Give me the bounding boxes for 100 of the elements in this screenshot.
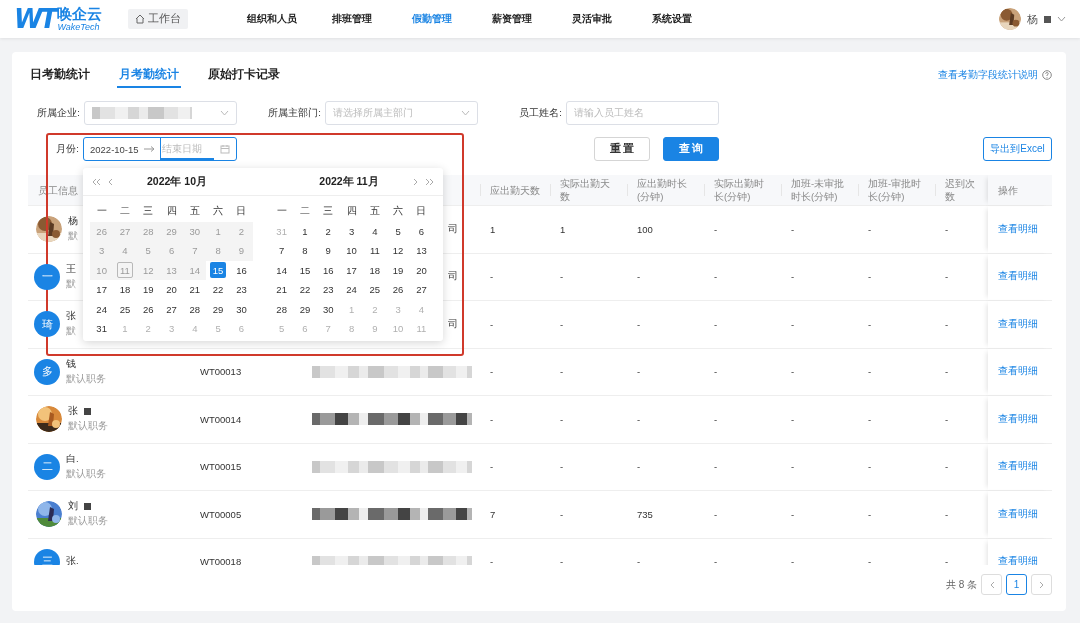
field-label: 所属企业: <box>36 106 80 120</box>
calendar-day[interactable]: 9 <box>320 242 337 259</box>
search-button[interactable]: 查 询 <box>663 137 719 161</box>
calendar-day[interactable]: 17 <box>343 262 360 279</box>
calendar-day[interactable]: 13 <box>413 242 430 259</box>
calendar-day[interactable]: 21 <box>273 281 290 298</box>
calendar-day[interactable]: 11 <box>366 242 383 259</box>
calendar-day[interactable]: 1 <box>296 223 313 240</box>
table-cell: - <box>490 461 494 473</box>
calendar-day[interactable]: 28 <box>273 301 290 318</box>
weekday-label: 日 <box>236 205 247 219</box>
table-cell: - <box>637 271 641 283</box>
calendar-day[interactable]: 20 <box>413 262 430 279</box>
column-header: 加班-未审批时长(分钟) <box>791 177 846 203</box>
calendar-day[interactable]: 22 <box>296 281 313 298</box>
calendar-day[interactable]: 4 <box>366 223 383 240</box>
company-select[interactable] <box>84 101 237 125</box>
table-cell: - <box>868 366 872 378</box>
employee-role: 默认职务 <box>68 515 108 529</box>
calendar-day[interactable]: 29 <box>296 301 313 318</box>
table-cell: - <box>637 461 641 473</box>
double-chevron-left-icon[interactable] <box>91 177 101 186</box>
calendar-day[interactable]: 18 <box>116 281 133 298</box>
reset-button[interactable]: 重 置 <box>594 137 650 161</box>
detail-link[interactable]: 查看明细 <box>998 412 1038 426</box>
calendar-day[interactable]: 23 <box>320 281 337 298</box>
tab[interactable]: 月考勤统计 <box>117 62 181 88</box>
employee-role: 默认职务 <box>68 420 108 434</box>
calendar-day[interactable]: 24 <box>343 281 360 298</box>
caret-icon[interactable] <box>1057 16 1066 22</box>
chevron-right-icon[interactable] <box>1038 580 1045 589</box>
chevron-right-icon[interactable] <box>413 177 419 186</box>
chevron-left-icon[interactable] <box>107 177 113 186</box>
nav-item[interactable]: 薪资管理 <box>472 12 553 26</box>
weekday-label: 六 <box>393 205 404 219</box>
prev-page-button[interactable] <box>981 574 1002 595</box>
tab[interactable]: 原始打卡记录 <box>206 62 282 88</box>
nav-item[interactable]: 系统设置 <box>632 12 713 26</box>
calendar-day[interactable]: 5 <box>390 223 407 240</box>
chevron-left-icon[interactable] <box>988 580 995 589</box>
detail-link[interactable]: 查看明细 <box>998 222 1038 236</box>
calendar-day[interactable]: 28 <box>186 301 203 318</box>
calendar-day[interactable]: 15 <box>210 262 227 279</box>
calendar-day[interactable]: 25 <box>116 301 133 318</box>
calendar-day[interactable]: 8 <box>296 242 313 259</box>
calendar-day[interactable]: 18 <box>366 262 383 279</box>
calendar-day[interactable]: 29 <box>210 301 227 318</box>
calendar-day[interactable]: 10 <box>343 242 360 259</box>
calendar-day[interactable]: 26 <box>390 281 407 298</box>
table-cell: - <box>791 318 795 330</box>
tab[interactable]: 日考勤统计 <box>28 62 92 88</box>
nav-item[interactable]: 排班管理 <box>312 12 393 26</box>
calendar-day[interactable]: 19 <box>390 262 407 279</box>
calendar-day[interactable]: 23 <box>233 281 250 298</box>
calendar-day[interactable]: 2 <box>320 223 337 240</box>
calendar-day[interactable]: 14 <box>273 262 290 279</box>
employee-role: 默认职务 <box>66 467 106 481</box>
calendar-day[interactable]: 17 <box>93 281 110 298</box>
total-count: 共 8 条 <box>945 577 977 592</box>
calendar-day[interactable]: 31 <box>93 320 110 337</box>
detail-link[interactable]: 查看明细 <box>998 317 1038 331</box>
calendar-day[interactable]: 26 <box>140 301 157 318</box>
detail-link[interactable]: 查看明细 <box>998 270 1038 284</box>
nav-item[interactable]: 假勤管理 <box>392 12 473 26</box>
detail-link[interactable]: 查看明细 <box>998 507 1038 521</box>
weekday-label: 五 <box>369 205 380 219</box>
calendar-day[interactable]: 27 <box>163 301 180 318</box>
calendar-day[interactable]: 6 <box>413 223 430 240</box>
calendar-day[interactable]: 16 <box>233 262 250 279</box>
calendar-day[interactable]: 30 <box>233 301 250 318</box>
double-chevron-right-icon[interactable] <box>425 177 435 186</box>
help-link[interactable]: 查看考勤字段统计说明 <box>938 68 1052 82</box>
calendar-day[interactable]: 3 <box>343 223 360 240</box>
calendar-day[interactable]: 24 <box>93 301 110 318</box>
detail-link[interactable]: 查看明细 <box>998 555 1038 565</box>
detail-link[interactable]: 查看明细 <box>998 460 1038 474</box>
export-button[interactable]: 导出到Excel <box>983 137 1052 161</box>
employee-name: 杨 <box>68 215 78 229</box>
calendar-day[interactable]: 15 <box>296 262 313 279</box>
employee-name: 白. <box>66 452 79 466</box>
detail-link[interactable]: 查看明细 <box>998 365 1038 379</box>
calendar-day[interactable]: 25 <box>366 281 383 298</box>
nav-item[interactable]: 组织和人员 <box>232 12 313 26</box>
help-icon <box>1042 70 1052 80</box>
table-cell: - <box>714 366 718 378</box>
calendar-day[interactable]: 7 <box>273 242 290 259</box>
calendar-day[interactable]: 16 <box>320 262 337 279</box>
calendar-day[interactable]: 21 <box>186 281 203 298</box>
calendar-day[interactable]: 22 <box>210 281 227 298</box>
calendar-day[interactable]: 20 <box>163 281 180 298</box>
calendar-day[interactable]: 27 <box>413 281 430 298</box>
page-button[interactable]: 1 <box>1006 574 1027 595</box>
next-page-button[interactable] <box>1031 574 1052 595</box>
nav-item[interactable]: 灵活审批 <box>552 12 633 26</box>
calendar-day[interactable]: 30 <box>320 301 337 318</box>
calendar-day[interactable]: 19 <box>140 281 157 298</box>
table-cell: 735 <box>637 508 653 520</box>
calendar-day[interactable]: 12 <box>390 242 407 259</box>
table-cell: - <box>714 461 718 473</box>
workbench-button[interactable]: 工作台 <box>128 9 189 29</box>
